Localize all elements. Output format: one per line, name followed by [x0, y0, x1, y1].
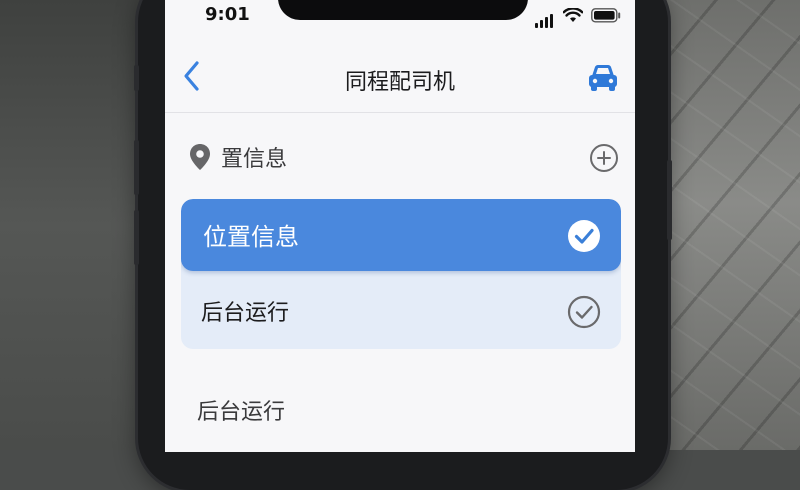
permission-option-group: 位置信息 后台运行	[181, 199, 621, 349]
wifi-icon	[563, 8, 583, 22]
car-icon	[589, 65, 617, 91]
phone-power-button	[667, 160, 672, 240]
navigation-bar: 同程配司机	[165, 40, 635, 113]
cellular-signal-icon	[535, 9, 555, 28]
notch	[278, 0, 528, 20]
phone-mute-switch	[134, 65, 139, 91]
checkmark-circle-outline-icon	[567, 295, 601, 329]
background-left	[0, 0, 150, 450]
add-circle-icon	[590, 144, 618, 172]
battery-icon	[591, 8, 621, 23]
location-pin-icon	[190, 144, 210, 170]
phone-screen: 9:01 同程配司机 置信息 位置信息 后台运行 后台运行	[165, 0, 635, 452]
page-title: 同程配司机	[344, 70, 455, 95]
option-label: 后台运行	[201, 301, 290, 326]
car-button[interactable]	[585, 62, 621, 94]
option-location-info[interactable]: 位置信息	[181, 199, 621, 271]
phone-volume-up	[134, 140, 139, 195]
phone-volume-down	[134, 210, 139, 265]
background-run-label: 后台运行	[197, 400, 286, 425]
status-icons	[535, 8, 621, 28]
location-row: 置信息	[185, 135, 625, 179]
location-label: 置信息	[221, 147, 288, 172]
add-location-button[interactable]	[589, 143, 619, 173]
option-label: 位置信息	[203, 223, 299, 251]
background-right	[650, 0, 800, 450]
checkmark-circle-icon	[568, 220, 600, 252]
status-time: 9:01	[205, 4, 250, 25]
option-background-run[interactable]: 后台运行	[181, 275, 621, 349]
